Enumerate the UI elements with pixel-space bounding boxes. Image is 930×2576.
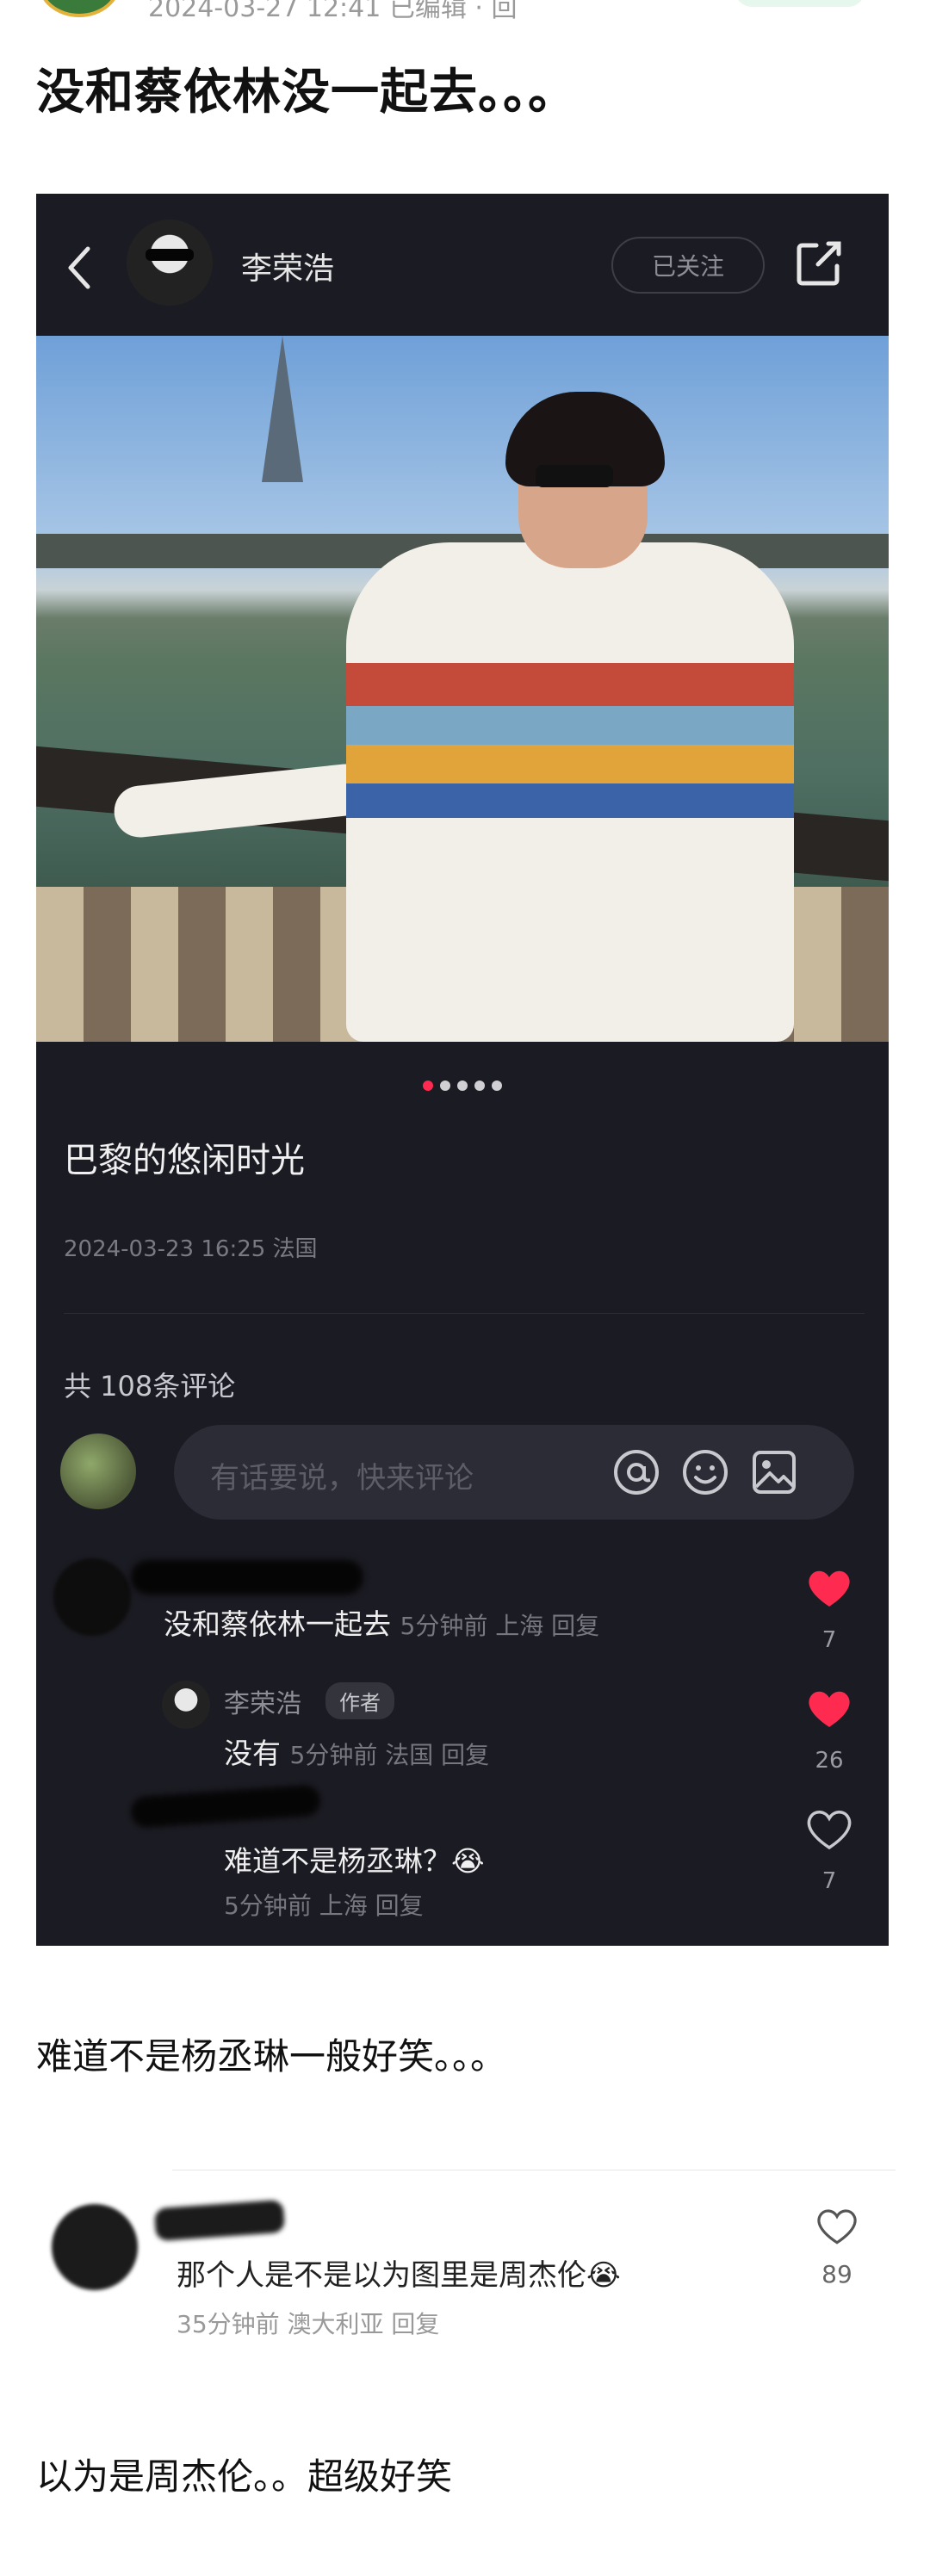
reply-name-redacted [153,2199,286,2242]
post-caption: 巴黎的悠闲时光 [64,1141,305,1180]
comment-input[interactable]: 有话要说，快来评论 [174,1425,854,1520]
heart-outline-icon[interactable] [805,1808,853,1851]
commenter-name-redacted [130,1784,321,1829]
carousel-dot[interactable] [474,1081,485,1091]
reply-avatar-redacted[interactable] [52,2204,138,2290]
comment-body: 难道不是杨丞琳？😭 [224,1844,485,1878]
poster-avatar[interactable] [38,0,121,17]
top-meta-row: 2024-03-27 12:41 已编辑 · 回 [38,0,899,19]
post-paragraph: 难道不是杨丞琳一般好笑。。。 [36,2035,507,2078]
comment-text: 没和蔡依林一起去 5分钟前 上海 回复 [164,1601,599,1643]
comment-item: 没和蔡依林一起去 5分钟前 上海 回复 7 [36,1541,889,1653]
comment-meta[interactable]: 5分钟前 上海 回复 [224,1887,424,1922]
comment-item: 李荣浩 作者 没有 5分钟前 法国 回复 26 [36,1662,889,1774]
divider [64,1313,865,1314]
carousel-dot[interactable] [423,1081,433,1091]
author-name[interactable]: 李荣浩 [241,244,334,288]
author-reply-avatar[interactable] [162,1681,210,1729]
comment-body: 没和蔡依林一起去 [164,1607,391,1641]
hoodie-stripe-blue [346,706,794,745]
like-count: 26 [815,1748,844,1774]
post-title: 没和蔡依林没一起去。。。 [36,65,577,121]
heart-filled-icon[interactable] [805,1687,853,1731]
comment-item: 难道不是杨丞琳？😭 5分钟前 上海 回复 7 [36,1782,889,1946]
post-paragraph: 以为是周杰伦。。超级好笑 [36,2455,453,2498]
commenter-avatar[interactable] [53,1558,131,1636]
comment-meta[interactable]: 5分钟前 上海 回复 [400,1612,600,1640]
image-icon[interactable] [749,1447,799,1497]
person-figure [111,370,803,1042]
like-count: 89 [822,2260,852,2288]
post-date-location: 2024-03-23 16:25 法国 [64,1236,318,1262]
carousel-indicator [36,1081,889,1091]
current-user-avatar [60,1434,136,1509]
follow-pill[interactable] [735,0,865,7]
carousel-dot[interactable] [440,1081,450,1091]
eiffel-tower [262,336,303,482]
carousel-dot[interactable] [457,1081,468,1091]
like-count: 7 [822,1627,837,1653]
heart-filled-icon[interactable] [805,1567,853,1610]
comment-text: 难道不是杨丞琳？😭 [224,1838,485,1879]
carousel-dot[interactable] [492,1081,502,1091]
comment-text: 没有 5分钟前 法国 回复 [224,1731,489,1772]
post-timestamp: 2024-03-27 12:41 已编辑 · 回 [148,0,518,19]
back-arrow-icon[interactable] [62,242,96,294]
commenter-name[interactable]: 李荣浩 [224,1682,301,1720]
sunglasses [536,465,613,487]
author-avatar[interactable] [127,220,213,306]
post-photo[interactable] [36,336,889,1042]
hoodie-stripe-navy [346,783,794,818]
reply-text: 那个人是不是以为图里是周杰伦😭 [177,2258,621,2293]
card-header: 李荣浩 已关注 [36,194,889,336]
emoji-icon[interactable] [680,1447,730,1497]
embedded-screenshot: 李荣浩 已关注 巴黎的悠闲时光 2024-03-23 16:25 法国 共 10… [36,194,889,1946]
reply-meta[interactable]: 35分钟前 澳大利亚 回复 [177,2306,439,2340]
follow-button[interactable]: 已关注 [611,237,765,294]
heart-outline-icon[interactable] [815,2207,859,2246]
like-count: 7 [822,1868,837,1894]
comment-body: 没有 [224,1737,281,1770]
hoodie-stripe-yellow [346,745,794,783]
hoodie-stripe-red [346,663,794,706]
comment-placeholder: 有话要说，快来评论 [210,1461,474,1495]
comment-count: 共 108条评论 [64,1370,236,1403]
share-icon[interactable] [794,238,844,288]
author-badge: 作者 [326,1682,394,1719]
comment-meta[interactable]: 5分钟前 法国 回复 [290,1741,490,1769]
commenter-name-redacted [131,1560,363,1595]
mention-icon[interactable] [611,1447,661,1497]
